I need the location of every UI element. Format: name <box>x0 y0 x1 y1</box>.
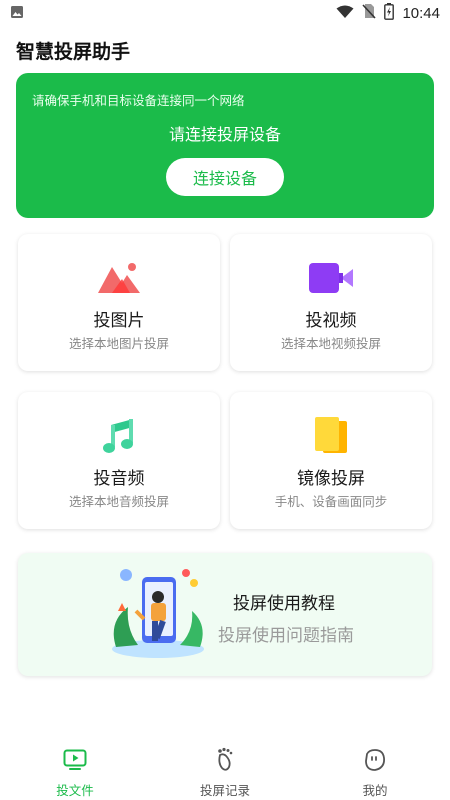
feature-title: 投图片 <box>93 311 145 331</box>
connect-card: 请确保手机和目标设备连接同一个网络 请连接投屏设备 连接设备 <box>16 73 434 218</box>
cast-video-card[interactable]: 投视频 选择本地视频投屏 <box>230 234 432 371</box>
music-note-icon <box>99 417 139 459</box>
connect-tip: 请确保手机和目标设备连接同一个网络 <box>32 93 245 108</box>
nav-item-cast-history[interactable]: 投屏记录 <box>150 740 300 800</box>
feature-subtitle: 选择本地图片投屏 <box>68 336 169 351</box>
tutorial-subtitle: 投屏使用问题指南 <box>218 626 354 646</box>
image-icon <box>10 4 24 23</box>
tutorial-illustration <box>108 567 208 663</box>
tutorial-card[interactable]: 投屏使用教程 投屏使用问题指南 <box>18 553 432 676</box>
feature-subtitle: 选择本地音频投屏 <box>68 494 169 509</box>
play-screen-icon <box>63 748 87 772</box>
feature-title: 镜像投屏 <box>297 469 365 489</box>
tutorial-title: 投屏使用教程 <box>233 594 335 614</box>
connect-prompt: 请连接投屏设备 <box>168 125 281 144</box>
profile-face-icon <box>363 748 387 772</box>
cast-audio-card[interactable]: 投音频 选择本地音频投屏 <box>18 392 220 529</box>
bottom-nav: 投文件 投屏记录 我的 <box>0 740 450 800</box>
feature-title: 投音频 <box>93 469 145 489</box>
picture-icon <box>96 261 142 299</box>
footprint-icon <box>213 747 237 772</box>
nav-label: 投文件 <box>56 783 94 798</box>
no-sim-icon <box>362 3 377 23</box>
nav-label: 投屏记录 <box>199 783 250 798</box>
cast-image-card[interactable]: 投图片 选择本地图片投屏 <box>18 234 220 371</box>
status-time: 10:44 <box>402 4 440 22</box>
nav-item-profile[interactable]: 我的 <box>300 740 450 800</box>
status-bar: 10:44 <box>0 0 450 26</box>
feature-title: 投视频 <box>305 311 357 331</box>
video-camera-icon <box>308 262 354 298</box>
nav-label: 我的 <box>362 783 388 798</box>
nav-item-cast-files[interactable]: 投文件 <box>0 740 150 800</box>
mirror-screen-icon <box>313 417 349 459</box>
feature-subtitle: 选择本地视频投屏 <box>280 336 381 351</box>
feature-subtitle: 手机、设备画面同步 <box>274 494 388 509</box>
connect-device-button[interactable]: 连接设备 <box>166 158 284 196</box>
mirror-cast-card[interactable]: 镜像投屏 手机、设备画面同步 <box>230 392 432 529</box>
wifi-icon <box>336 4 354 23</box>
battery-charging-icon <box>384 2 395 24</box>
page-title: 智慧投屏助手 <box>16 41 131 63</box>
